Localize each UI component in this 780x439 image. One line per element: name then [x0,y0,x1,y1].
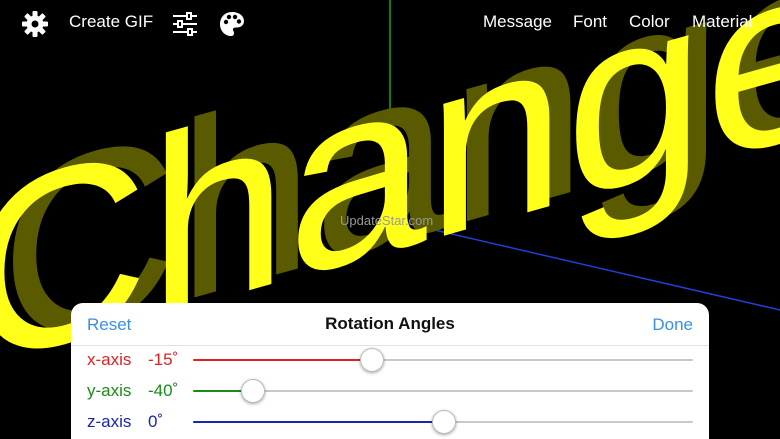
message-button[interactable]: Message [483,12,552,32]
z-axis-slider[interactable] [193,410,693,434]
material-button[interactable]: Material [692,12,752,32]
z-axis-slider-fill [193,421,443,423]
sliders-icon[interactable] [170,9,200,39]
x-axis-value: -15˚ [148,350,179,369]
panel-header: Reset Rotation Angles Done [71,303,709,346]
done-button[interactable]: Done [652,315,693,335]
rotation-angles-panel: Reset Rotation Angles Done x-axis -15˚ y… [71,303,709,439]
z-axis-slider-thumb[interactable] [432,410,456,434]
x-axis-row: x-axis -15˚ [71,345,709,375]
y-axis-row: y-axis -40˚ [71,376,709,406]
y-axis-slider[interactable] [193,379,693,403]
font-button[interactable]: Font [573,12,607,32]
x-axis-slider-fill [193,359,371,361]
top-toolbar: Create GIF Message Font Color Material [0,0,780,48]
watermark-text: UpdateStar.com [340,213,434,228]
color-button[interactable]: Color [629,12,670,32]
create-gif-button[interactable]: Create GIF [69,12,153,32]
gear-icon[interactable] [20,9,50,39]
z-axis-label: z-axis [87,412,132,431]
y-axis-slider-thumb[interactable] [241,379,265,403]
x-axis-slider-thumb[interactable] [359,348,384,372]
z-axis-row: z-axis 0˚ [71,407,709,437]
y-axis-value: -40˚ [148,381,179,400]
x-axis-slider[interactable] [193,348,693,372]
x-axis-label: x-axis [87,350,132,369]
z-axis-value: 0˚ [148,412,164,431]
y-axis-label: y-axis [87,381,132,400]
palette-icon[interactable] [217,9,247,39]
panel-title: Rotation Angles [325,314,455,333]
